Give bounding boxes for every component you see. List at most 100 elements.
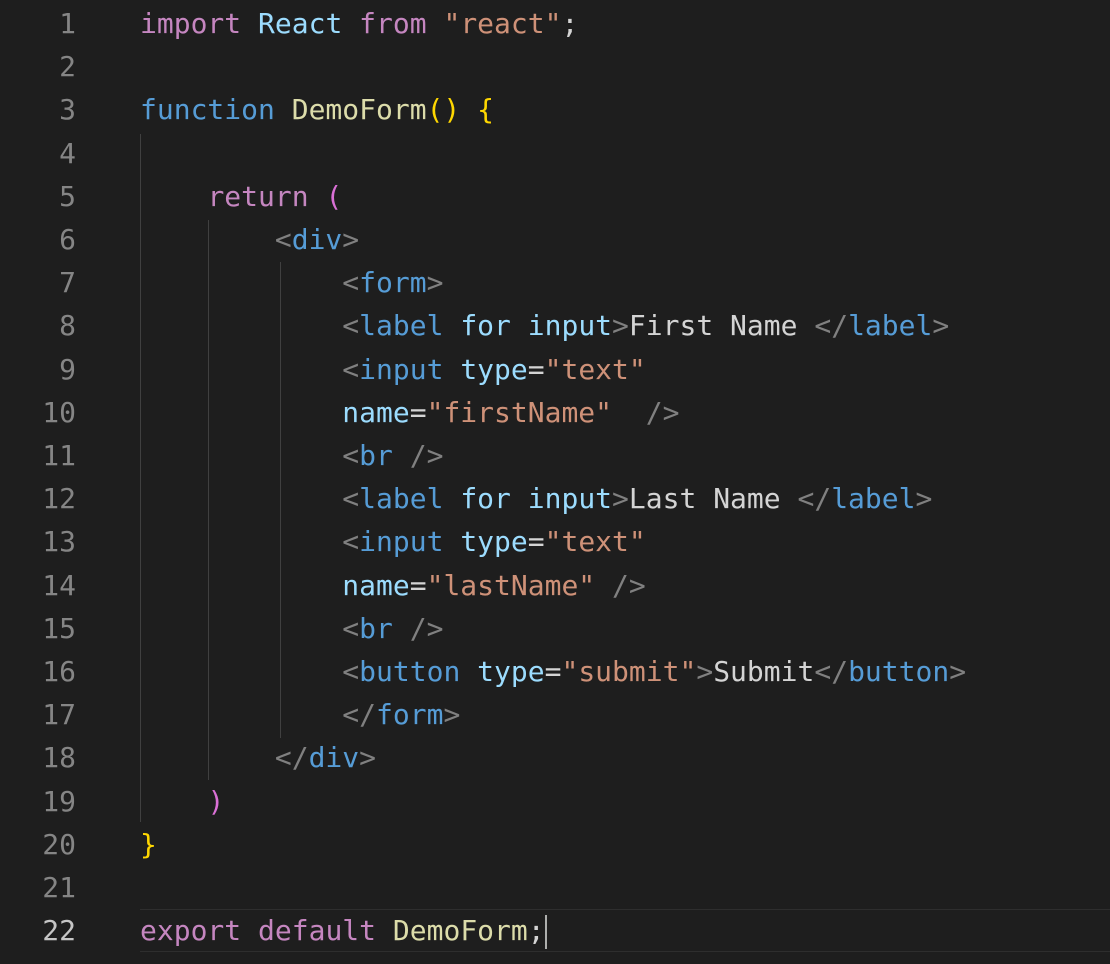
code-token: </ bbox=[797, 482, 832, 515]
code-line[interactable]: import React from "react"; bbox=[140, 2, 1110, 45]
code-token: type bbox=[477, 655, 545, 688]
code-token: input bbox=[359, 353, 444, 386]
code-token: import bbox=[140, 7, 242, 40]
code-token: label bbox=[359, 309, 444, 342]
code-line[interactable]: <form> bbox=[140, 261, 1110, 304]
code-token: </ bbox=[814, 655, 849, 688]
code-line[interactable]: <input type="text" bbox=[140, 520, 1110, 563]
code-token: label bbox=[848, 309, 933, 342]
code-token: DemoForm bbox=[291, 93, 427, 126]
code-token: ( bbox=[325, 180, 343, 213]
code-token: < bbox=[342, 266, 360, 299]
code-token: < bbox=[342, 353, 360, 386]
code-token: = bbox=[409, 569, 427, 602]
line-number: 16 bbox=[42, 655, 76, 688]
code-token: label bbox=[359, 482, 444, 515]
code-line[interactable] bbox=[140, 45, 1110, 88]
code-token: = bbox=[409, 396, 427, 429]
code-line[interactable]: <br /> bbox=[140, 607, 1110, 650]
code-token: button bbox=[359, 655, 461, 688]
code-token: for bbox=[460, 482, 511, 515]
code-token: input bbox=[527, 309, 613, 342]
code-token: type bbox=[460, 353, 528, 386]
code-token: "text" bbox=[544, 353, 646, 386]
code-token: ) bbox=[207, 785, 225, 818]
code-token: name bbox=[342, 396, 410, 429]
code-token: div bbox=[308, 741, 360, 774]
code-line[interactable]: export default DemoForm; bbox=[140, 909, 1110, 952]
code-token: { bbox=[477, 93, 495, 126]
code-line[interactable]: return ( bbox=[140, 175, 1110, 218]
code-line[interactable] bbox=[140, 866, 1110, 909]
line-number: 13 bbox=[42, 525, 76, 558]
code-line[interactable]: ) bbox=[140, 780, 1110, 823]
code-token: </ bbox=[274, 741, 309, 774]
code-token: "text" bbox=[544, 525, 646, 558]
code-editor[interactable]: 1 2 3 4 5 6 7 8 9 10 11 12 13 14 15 16 17 18 19 20 21 22 impo… bbox=[0, 0, 1110, 964]
code-token: > bbox=[932, 309, 950, 342]
line-number: 18 bbox=[42, 741, 76, 774]
code-line[interactable]: <div> bbox=[140, 218, 1110, 261]
code-token: /> bbox=[645, 396, 680, 429]
code-token: "react" bbox=[443, 7, 562, 40]
code-area[interactable]: import React from "react"; function DemoF… bbox=[140, 0, 1110, 964]
line-number: 3 bbox=[59, 93, 76, 126]
code-token: React bbox=[258, 7, 343, 40]
code-line[interactable]: name="firstName" /> bbox=[140, 391, 1110, 434]
code-token: < bbox=[342, 309, 360, 342]
code-line[interactable]: <input type="text" bbox=[140, 348, 1110, 391]
line-number: 7 bbox=[59, 266, 76, 299]
code-token: < bbox=[274, 223, 292, 256]
code-token: "submit" bbox=[561, 655, 697, 688]
code-token: = bbox=[544, 655, 562, 688]
code-token: button bbox=[848, 655, 950, 688]
code-token: input bbox=[359, 525, 444, 558]
code-token: < bbox=[342, 482, 360, 515]
code-token: function bbox=[140, 93, 275, 126]
code-token: > bbox=[915, 482, 933, 515]
code-line[interactable]: name="lastName" /> bbox=[140, 564, 1110, 607]
code-token: > bbox=[443, 698, 461, 731]
code-token: </ bbox=[814, 309, 849, 342]
code-token: > bbox=[612, 482, 629, 515]
code-line[interactable]: </div> bbox=[140, 736, 1110, 779]
code-token: /> bbox=[409, 439, 444, 472]
line-number: 22 bbox=[42, 914, 76, 947]
code-token: "firstName" bbox=[426, 396, 613, 429]
code-token: First Name bbox=[628, 309, 815, 342]
code-token: "lastName" bbox=[426, 569, 596, 602]
code-token: input bbox=[527, 482, 613, 515]
code-token: default bbox=[258, 914, 377, 947]
code-token: name bbox=[342, 569, 410, 602]
code-token: = bbox=[527, 525, 545, 558]
code-token: > bbox=[612, 309, 629, 342]
line-number: 8 bbox=[59, 309, 76, 342]
code-line[interactable]: <label for input>Last Name </label> bbox=[140, 477, 1110, 520]
code-line[interactable]: function DemoForm() { bbox=[140, 88, 1110, 131]
code-token: /> bbox=[612, 569, 646, 602]
code-token: < bbox=[342, 612, 360, 645]
code-token: label bbox=[831, 482, 916, 515]
code-line[interactable]: <br /> bbox=[140, 434, 1110, 477]
code-line[interactable]: } bbox=[140, 823, 1110, 866]
code-token: </ bbox=[342, 698, 377, 731]
code-line[interactable] bbox=[140, 132, 1110, 175]
code-line[interactable]: </form> bbox=[140, 693, 1110, 736]
code-line[interactable]: <label for input>First Name </label> bbox=[140, 304, 1110, 347]
code-line[interactable]: <button type="submit">Submit</button> bbox=[140, 650, 1110, 693]
